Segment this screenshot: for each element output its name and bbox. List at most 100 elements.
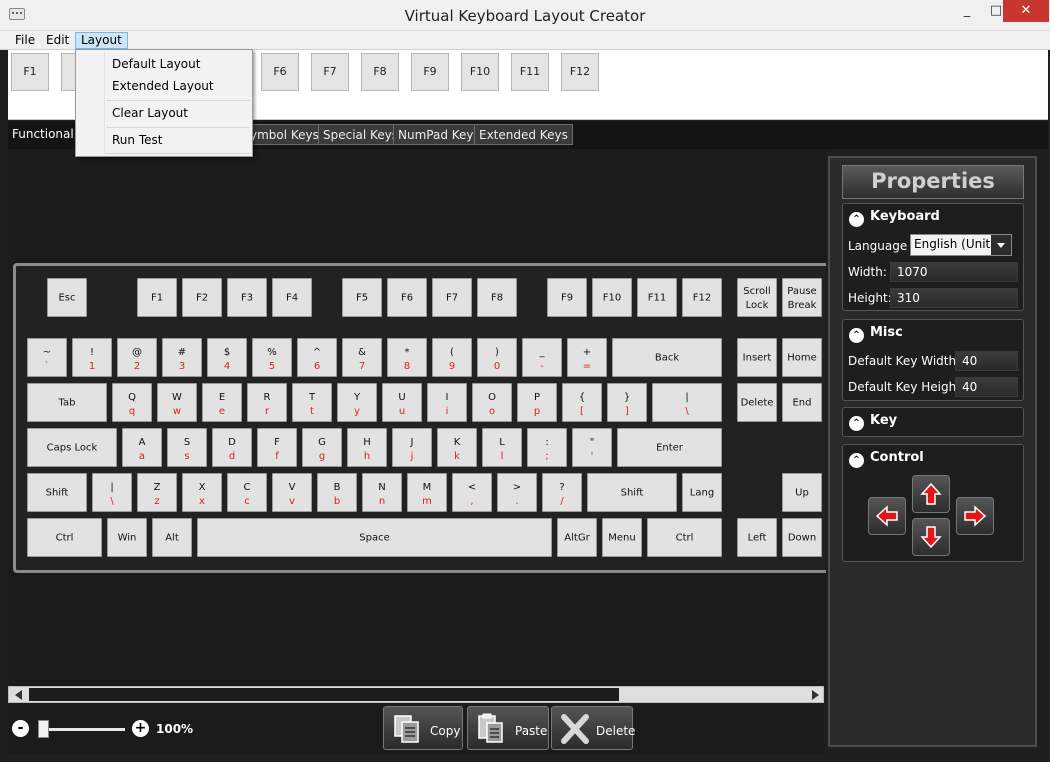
key-x[interactable]: Xx <box>182 473 222 512</box>
keyboard-section-header[interactable]: ⌃ Keyboard <box>849 209 940 227</box>
key-symbol[interactable]: <, <box>452 473 492 512</box>
key-tab[interactable]: Tab <box>27 383 107 422</box>
key-f2[interactable]: F2 <box>182 278 222 317</box>
key-d[interactable]: Dd <box>212 428 252 467</box>
paste-button[interactable]: Paste <box>467 706 549 750</box>
strip-key-f11[interactable]: F11 <box>511 53 549 91</box>
key-p[interactable]: Pp <box>517 383 557 422</box>
key-delete[interactable]: Delete <box>737 383 777 422</box>
misc-section-header[interactable]: ⌃ Misc <box>849 325 903 343</box>
height-field[interactable]: 310 <box>890 288 1018 308</box>
key-symbol[interactable]: ? / <box>542 473 582 512</box>
menu-item-run-test[interactable]: Run Test <box>112 133 162 147</box>
tab-symbol-keys[interactable]: ymbol Keys <box>246 124 324 145</box>
key-f7[interactable]: F7 <box>432 278 472 317</box>
chevron-down-icon[interactable] <box>991 235 1011 255</box>
delete-button[interactable]: Delete <box>551 706 635 750</box>
strip-key-f7[interactable]: F7 <box>311 53 349 91</box>
strip-key-f10[interactable]: F10 <box>461 53 499 91</box>
key-f5[interactable]: F5 <box>342 278 382 317</box>
menu-item-clear-layout[interactable]: Clear Layout <box>112 106 188 120</box>
menu-edit[interactable]: Edit <box>41 32 74 49</box>
key-g[interactable]: Gg <box>302 428 342 467</box>
key-q[interactable]: Qq <box>112 383 152 422</box>
key-symbol[interactable]: }] <box>607 383 647 422</box>
tab-extended-keys[interactable]: Extended Keys <box>474 124 573 145</box>
key-t[interactable]: Tt <box>292 383 332 422</box>
zoom-out-button[interactable]: - <box>12 720 29 737</box>
key-f1[interactable]: F1 <box>137 278 177 317</box>
key-r[interactable]: Rr <box>247 383 287 422</box>
key-ctrl[interactable]: Ctrl <box>27 518 102 557</box>
move-left-button[interactable] <box>868 497 906 535</box>
key-f9[interactable]: F9 <box>547 278 587 317</box>
language-select[interactable]: English (United <box>910 234 1012 256</box>
key-shift[interactable]: Shift <box>27 473 87 512</box>
key-symbol[interactable]: | \ <box>652 383 722 422</box>
key-4[interactable]: $4 <box>207 338 247 377</box>
key-home[interactable]: Home <box>782 338 822 377</box>
scroll-left-icon[interactable] <box>15 690 22 700</box>
default-key-height-field[interactable]: 40 <box>955 377 1018 397</box>
key-lang[interactable]: Lang <box>682 473 722 512</box>
key-menu[interactable]: Menu <box>602 518 642 557</box>
key-l[interactable]: Ll <box>482 428 522 467</box>
key-caps-lock[interactable]: Caps Lock <box>27 428 117 467</box>
key-f8[interactable]: F8 <box>477 278 517 317</box>
move-down-button[interactable] <box>912 518 950 556</box>
key-j[interactable]: Jj <box>392 428 432 467</box>
menu-file[interactable]: File <box>10 32 40 49</box>
key-o[interactable]: Oo <box>472 383 512 422</box>
key-i[interactable]: Ii <box>427 383 467 422</box>
scroll-thumb[interactable] <box>29 688 619 701</box>
key-k[interactable]: Kk <box>437 428 477 467</box>
key-1[interactable]: ! 1 <box>72 338 112 377</box>
key-up[interactable]: Up <box>782 473 822 512</box>
zoom-in-button[interactable]: + <box>132 720 149 737</box>
key-f4[interactable]: F4 <box>272 278 312 317</box>
key-back[interactable]: Back <box>612 338 722 377</box>
key-9[interactable]: (9 <box>432 338 472 377</box>
key-h[interactable]: Hh <box>347 428 387 467</box>
key-symbol[interactable]: >. <box>497 473 537 512</box>
zoom-slider-thumb[interactable] <box>38 720 49 738</box>
default-key-width-field[interactable]: 40 <box>955 351 1018 371</box>
key-2[interactable]: @2 <box>117 338 157 377</box>
key-f11[interactable]: F11 <box>637 278 677 317</box>
horizontal-scrollbar[interactable] <box>8 686 824 703</box>
menu-item-extended-layout[interactable]: Extended Layout <box>112 79 214 93</box>
key-s[interactable]: Ss <box>167 428 207 467</box>
strip-key-f8[interactable]: F8 <box>361 53 399 91</box>
key-6[interactable]: ^ 6 <box>297 338 337 377</box>
menu-item-default-layout[interactable]: Default Layout <box>112 57 200 71</box>
key-7[interactable]: & 7 <box>342 338 382 377</box>
key-left[interactable]: Left <box>737 518 777 557</box>
key-symbol[interactable]: _ - <box>522 338 562 377</box>
copy-button[interactable]: Copy <box>383 706 463 750</box>
key-f6[interactable]: F6 <box>387 278 427 317</box>
control-section-header[interactable]: ⌃ Control <box>849 450 924 468</box>
key-e[interactable]: Ee <box>202 383 242 422</box>
key-v[interactable]: Vv <box>272 473 312 512</box>
key-m[interactable]: Mm <box>407 473 447 512</box>
key-f12[interactable]: F12 <box>682 278 722 317</box>
key-end[interactable]: End <box>782 383 822 422</box>
move-right-button[interactable] <box>956 497 994 535</box>
key-pause-break[interactable]: Pause Break <box>782 278 822 317</box>
key-5[interactable]: % 5 <box>252 338 292 377</box>
key-f10[interactable]: F10 <box>592 278 632 317</box>
key-c[interactable]: Cc <box>227 473 267 512</box>
key-8[interactable]: * 8 <box>387 338 427 377</box>
key-section-header[interactable]: ⌃ Key <box>849 413 897 431</box>
key-3[interactable]: #3 <box>162 338 202 377</box>
key-enter[interactable]: Enter <box>617 428 722 467</box>
tab-special-keys[interactable]: Special Keys <box>318 124 404 145</box>
key-esc[interactable]: Esc <box>47 278 87 317</box>
strip-key-f12[interactable]: F12 <box>561 53 599 91</box>
key-symbol[interactable]: " ' <box>572 428 612 467</box>
move-up-button[interactable] <box>912 475 950 513</box>
key-symbol[interactable]: + = <box>567 338 607 377</box>
key-symbol[interactable]: :; <box>527 428 567 467</box>
tab-numpad-keys[interactable]: NumPad Keys <box>393 124 485 145</box>
key-f[interactable]: Ff <box>257 428 297 467</box>
